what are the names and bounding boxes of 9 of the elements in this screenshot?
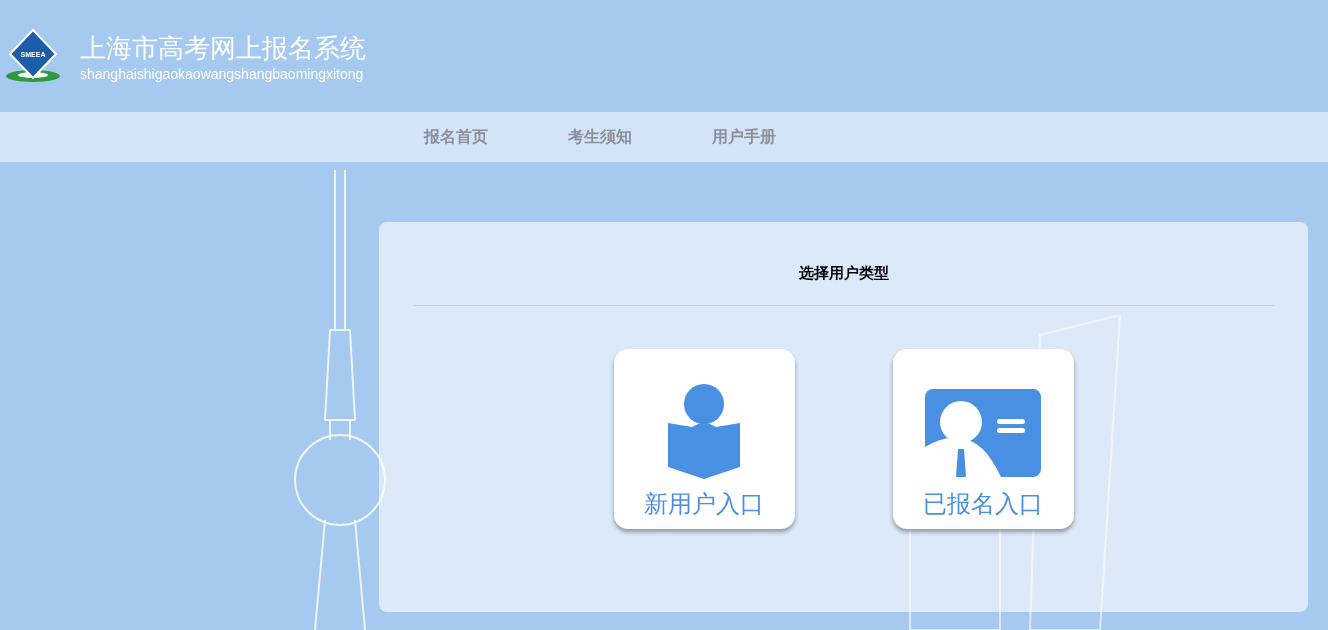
panel-title: 选择用户类型	[798, 263, 889, 283]
id-card-icon	[925, 388, 1041, 479]
nav-link[interactable]: 用户手册	[712, 125, 776, 149]
site-subtitle: shanghaishigaokaowangshangbaomingxitong	[80, 65, 365, 84]
nav-link[interactable]: 报名首页	[424, 125, 488, 149]
site-title: 上海市高考网上报名系统	[80, 32, 366, 64]
entry-button[interactable]: 新用户入口	[613, 348, 795, 529]
entry-button[interactable]: 已报名入口	[892, 348, 1074, 529]
nav-link[interactable]: 考生须知	[568, 125, 632, 149]
